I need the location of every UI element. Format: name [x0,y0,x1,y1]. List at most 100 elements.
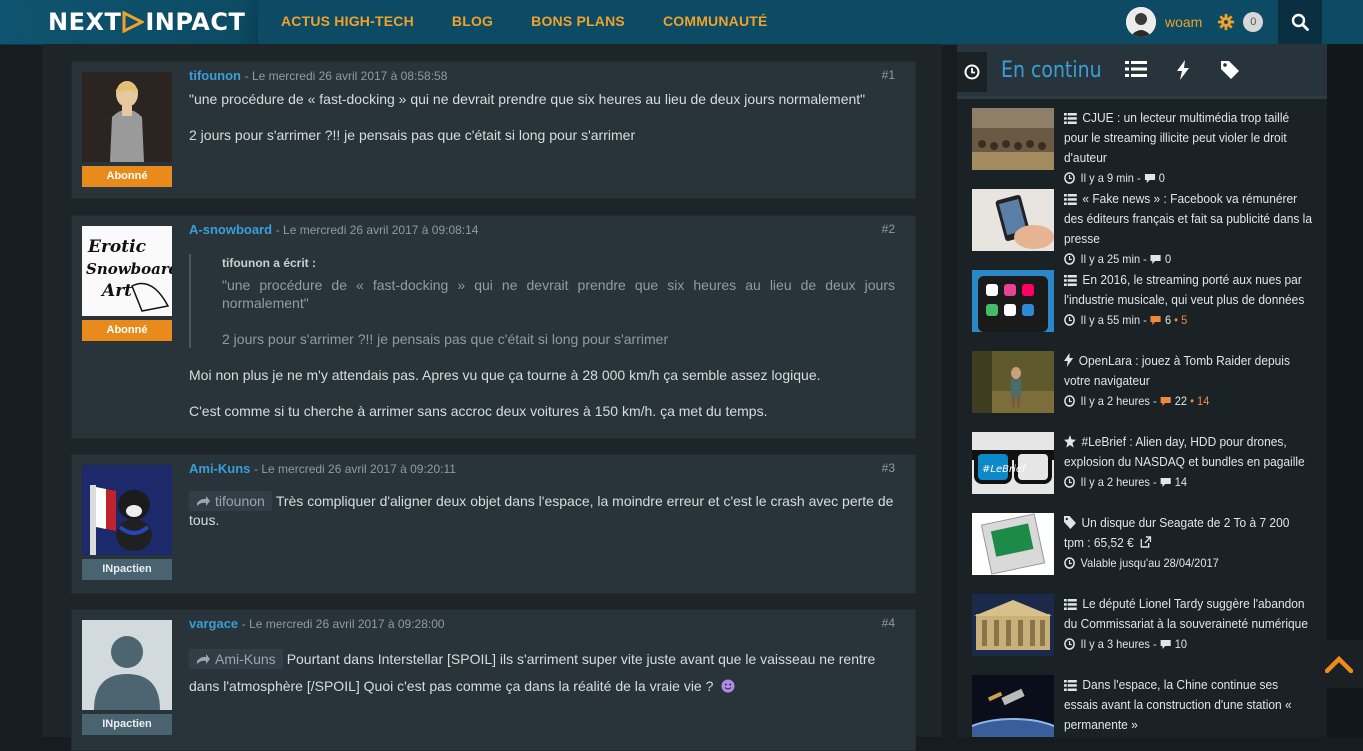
news-meta: Il y a 9 min - 0 [1064,168,1312,188]
nav-actus-high-tech[interactable]: ACTUS HIGH-TECH [262,0,433,44]
comment-author[interactable]: tifounon [189,68,241,83]
news-thumbnail[interactable] [972,675,1054,737]
news-time: Il y a 55 min [1080,313,1141,327]
news-time: Il y a 2 heures [1080,475,1150,489]
notification-count[interactable]: 0 [1243,12,1264,32]
comment-1: Abonné tifounon - Le mercredi 26 avril 2… [71,61,916,199]
clock-icon [1064,253,1075,265]
news-item[interactable]: CJUE : un lecteur multimédia trop taillé… [972,108,1312,185]
news-item[interactable]: Un disque dur Seagate de 2 To à 7 200 tp… [972,513,1312,585]
comment-2: Erotic Snowboard Art Abonné A-snowboard … [71,215,916,439]
comment-number[interactable]: #1 [882,68,895,82]
comment-number[interactable]: #3 [882,461,895,475]
site-logo[interactable]: NEXT INPACT [48,7,245,37]
default-avatar-icon [82,620,172,710]
news-title[interactable]: Dans l'espace, la Chine continue ses ess… [1064,677,1292,732]
quote-paragraph: 2 jours pour s'arrimer ?!! je pensais pa… [222,331,669,347]
news-title[interactable]: En 2016, le streaming porté aux nues par… [1064,272,1304,307]
clock-icon [1064,395,1075,407]
comment-avatar[interactable]: Erotic Snowboard Art [82,226,172,316]
news-thumbnail[interactable] [972,189,1054,251]
live-feed-sidebar: En continu CJUE : un lecteur multimédia … [957,44,1327,737]
reply-to-tag[interactable]: Ami-Kuns [189,649,283,669]
svg-text:Erotic: Erotic [87,237,147,257]
comment-number[interactable]: #2 [882,222,895,236]
nav-communaute[interactable]: COMMUNAUTÉ [644,0,787,44]
news-title[interactable]: CJUE : un lecteur multimédia trop taillé… [1064,110,1289,165]
comment-date: - Le mercredi 26 avril 2017 à 08:58:58 [244,69,448,83]
news-text: Un disque dur Seagate de 2 To à 7 200 tp… [1064,513,1314,573]
news-thumbnail[interactable] [972,513,1054,575]
nav-blog[interactable]: BLOG [433,0,512,44]
news-new-comments: • 5 [1174,313,1188,327]
tab-recent[interactable] [957,52,987,92]
news-item[interactable]: OpenLara : jouez à Tomb Raider depuis vo… [972,351,1312,423]
clock-icon [1064,314,1075,326]
comment-avatar[interactable] [82,465,172,555]
news-thumbnail[interactable] [972,108,1054,170]
news-title[interactable]: « Fake news » : Facebook va rémunérer de… [1064,191,1312,246]
search-button[interactable] [1278,0,1322,44]
news-item[interactable]: Dans l'espace, la Chine continue ses ess… [972,675,1312,747]
list-icon [1064,275,1077,286]
clock-icon [1064,638,1075,650]
comments-icon [1144,174,1155,183]
list-icon[interactable] [1125,60,1147,78]
bolt-icon[interactable] [1176,60,1190,80]
user-avatar[interactable] [1126,7,1156,37]
comment-author[interactable]: vargace [189,616,238,631]
comment-avatar[interactable] [82,72,172,162]
top-navbar: NEXT INPACT ACTUS HIGH-TECH BLOG BONS PL… [0,0,1363,45]
comment-body: Ami-Kuns Pourtant dans Interstellar [SPOI… [189,646,895,700]
news-item[interactable]: #LeBrief #LeBrief : Alien day, HDD pour … [972,432,1312,504]
news-item[interactable]: « Fake news » : Facebook va rémunérer de… [972,189,1312,266]
news-thumbnail[interactable]: #LeBrief [972,432,1054,494]
clock-icon [964,64,980,80]
news-title[interactable]: Le député Lionel Tardy suggère l'abandon… [1064,596,1308,631]
list-icon [1064,680,1077,691]
comment-number[interactable]: #4 [882,616,895,630]
external-link-icon[interactable] [1140,536,1151,548]
comments-column: Abonné tifounon - Le mercredi 26 avril 2… [42,44,942,751]
nav-bons-plans[interactable]: BONS PLANS [512,0,644,44]
reply-to-user: Ami-Kuns [215,651,276,667]
comment-date: - Le mercredi 26 avril 2017 à 09:28:00 [241,617,445,631]
clock-icon [1064,557,1075,569]
comment-avatar[interactable] [82,620,172,710]
username[interactable]: woam [1165,14,1202,30]
comment-author[interactable]: A-snowboard [189,222,272,237]
news-thumbnail[interactable] [972,351,1054,413]
news-text: #LeBrief : Alien day, HDD pour drones, e… [1064,432,1314,492]
comments-icon [1160,640,1171,649]
news-comment-count: 6 [1164,313,1172,327]
news-text: Dans l'espace, la Chine continue ses ess… [1064,675,1314,735]
bolt-icon [1064,353,1074,367]
reply-to-user: tifounon [215,493,265,509]
comment-body: tifounon Très compliquer d'aligner deux o… [189,491,895,529]
logo-text-inpact: INPACT [145,8,246,36]
news-comment-count: 14 [1174,475,1188,489]
news-meta: Valable jusqu'au 28/04/2017 [1064,553,1312,573]
chevron-up-icon [1324,655,1353,673]
scroll-to-top-button[interactable] [1314,640,1363,688]
news-title[interactable]: OpenLara : jouez à Tomb Raider depuis vo… [1064,353,1290,388]
news-text: « Fake news » : Facebook va rémunérer de… [1064,189,1314,269]
news-title[interactable]: Un disque dur Seagate de 2 To à 7 200 tp… [1064,515,1289,550]
sidebar-title[interactable]: En continu [1001,58,1102,83]
star-icon [1064,435,1076,448]
news-thumbnail[interactable] [972,270,1054,332]
comment-paragraph: 2 jours pour s'arrimer ?!! je pensais pa… [189,127,636,143]
news-item[interactable]: Le député Lionel Tardy suggère l'abandon… [972,594,1312,666]
svg-text:#LeBrief: #LeBrief [982,464,1027,475]
gear-icon[interactable] [1217,13,1235,31]
comment-paragraph: C'est comme si tu cherche à arrimer sans… [189,403,768,419]
tag-icon[interactable] [1220,60,1240,80]
news-title[interactable]: #LeBrief : Alien day, HDD pour drones, e… [1064,434,1305,469]
news-thumbnail[interactable] [972,594,1054,656]
news-item[interactable]: En 2016, le streaming porté aux nues par… [972,270,1312,342]
comment-body: "une procédure de « fast-docking » qui n… [189,90,895,162]
comment-author[interactable]: Ami-Kuns [189,461,250,476]
reply-to-tag[interactable]: tifounon [189,491,272,511]
user-badge: Abonné [82,166,172,187]
page-margin [1327,44,1363,737]
